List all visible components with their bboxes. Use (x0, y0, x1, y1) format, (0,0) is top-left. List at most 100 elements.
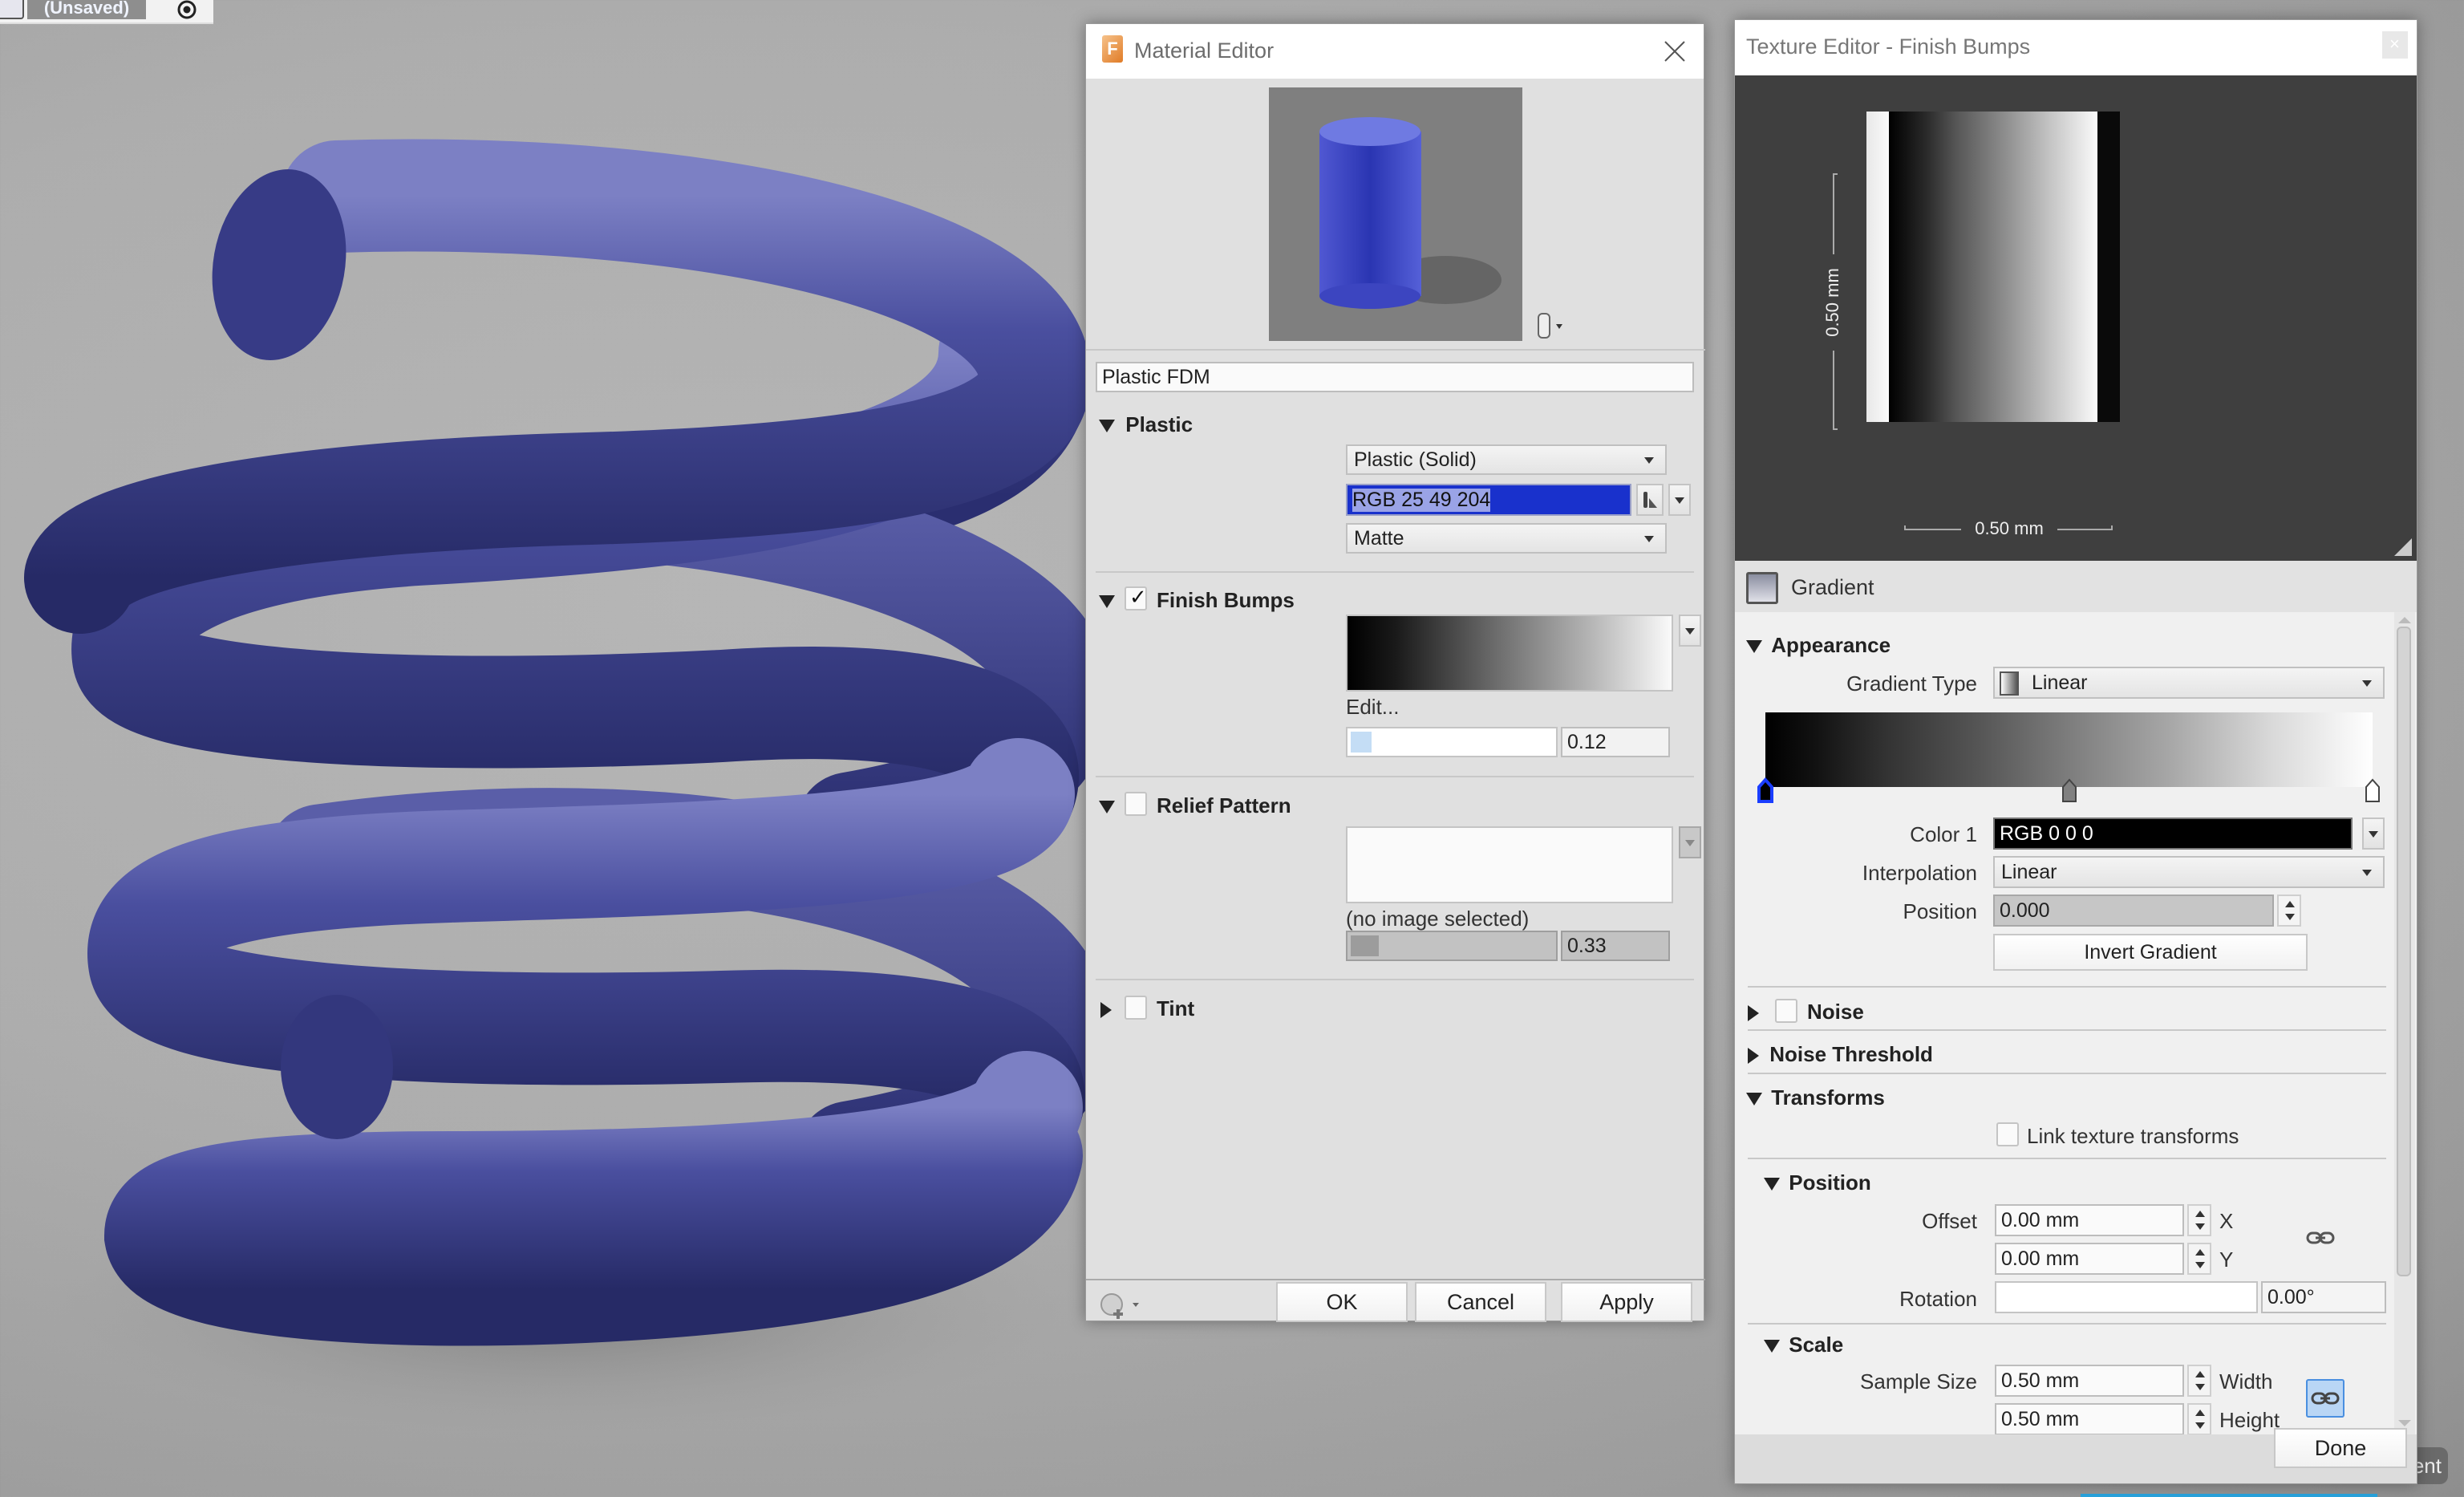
section-relief-pattern-header[interactable] (1099, 793, 1115, 818)
chevron-down-icon (2369, 831, 2378, 838)
preview-shape-button[interactable] (1535, 311, 1567, 340)
cancel-button[interactable]: Cancel (1415, 1282, 1546, 1322)
texture-properties-panel: Appearance Gradient Type Linear Color 1 … (1735, 612, 2417, 1434)
scrollbar-thumb[interactable] (2397, 627, 2411, 1276)
stepper-down-icon[interactable] (2195, 1384, 2205, 1390)
relief-pattern-checkbox[interactable] (1125, 792, 1147, 816)
sample-height-value: 0.50 mm (2001, 1407, 2080, 1430)
stepper-up-icon[interactable] (2195, 1211, 2205, 1217)
sample-width-stepper[interactable] (2187, 1365, 2211, 1397)
noise-checkbox[interactable] (1775, 999, 1797, 1023)
gradient-ramp[interactable] (1765, 712, 2373, 787)
gradient-stop-handle[interactable] (1756, 777, 1775, 803)
position-stepper[interactable] (2277, 895, 2301, 927)
rotation-input[interactable]: 0.00° (2261, 1281, 2386, 1313)
section-noise-header[interactable] (1748, 1000, 1759, 1024)
scroll-up-icon[interactable] (2398, 617, 2411, 623)
chevron-down-icon (1644, 457, 1654, 464)
rotation-slider[interactable] (1995, 1281, 2258, 1313)
eyedropper-icon (1643, 492, 1657, 508)
color1-field[interactable]: RGB 0 0 0 (1993, 817, 2353, 850)
resize-grip-icon[interactable] (2394, 538, 2412, 556)
material-name-input[interactable]: Plastic FDM (1096, 362, 1694, 392)
relief-amount-slider[interactable] (1346, 931, 1558, 961)
color-field[interactable]: RGB 25 49 204 (1346, 484, 1631, 516)
tint-checkbox[interactable] (1125, 996, 1147, 1020)
section-plastic-header[interactable]: Plastic (1099, 412, 1193, 437)
color1-dropdown-button[interactable] (2362, 817, 2385, 850)
stepper-up-icon[interactable] (2195, 1371, 2205, 1377)
gradient-stop-handle[interactable] (2363, 777, 2382, 803)
image-dropdown-button[interactable] (1679, 826, 1701, 858)
divider (1096, 776, 1694, 777)
type-select[interactable]: Plastic (Solid) (1346, 444, 1667, 475)
relief-image-slot[interactable] (1346, 826, 1673, 903)
interpolation-select[interactable]: Linear (1993, 856, 2385, 888)
image-status: (no image selected) (1346, 907, 1530, 931)
expand-icon (1746, 640, 1762, 654)
scroll-down-icon[interactable] (2398, 1420, 2411, 1426)
sample-width-input[interactable]: 0.50 mm (1995, 1365, 2184, 1397)
collapse-icon (1748, 1048, 1759, 1065)
position-input[interactable]: 0.000 (1993, 895, 2274, 927)
stepper-up-icon[interactable] (2195, 1410, 2205, 1416)
material-editor-dialog: F Material Editor Plastic FDM Plastic Pl… (1085, 23, 1705, 1322)
stepper-down-icon[interactable] (2285, 914, 2295, 920)
finish-bumps-amount-slider[interactable] (1346, 727, 1558, 757)
offset-link-button[interactable] (2306, 1228, 2335, 1248)
offset-y-stepper[interactable] (2187, 1243, 2211, 1275)
stepper-down-icon[interactable] (2195, 1223, 2205, 1230)
add-material-button[interactable] (1097, 1290, 1145, 1322)
gradient-stop-handle[interactable] (2060, 777, 2079, 803)
apply-button[interactable]: Apply (1561, 1282, 1692, 1322)
sample-height-input[interactable]: 0.50 mm (1995, 1403, 2184, 1434)
section-scale-header[interactable]: Scale (1764, 1333, 1843, 1357)
offset-y-input[interactable]: 0.00 mm (1995, 1243, 2184, 1275)
link-texture-transforms-checkbox[interactable] (1996, 1122, 2019, 1146)
finish-bumps-checkbox[interactable]: ✓ (1125, 585, 1147, 611)
section-tint-header[interactable] (1100, 996, 1112, 1021)
document-tab[interactable]: (Unsaved) (0, 0, 213, 24)
texture-editor-titlebar[interactable]: Texture Editor - Finish Bumps × (1735, 20, 2417, 75)
material-editor-titlebar[interactable]: F Material Editor (1086, 24, 1704, 79)
sample-height-stepper[interactable] (2187, 1403, 2211, 1434)
scale-link-toggle[interactable] (2306, 1379, 2344, 1418)
gradient-type-select[interactable]: Linear (1993, 667, 2385, 699)
finish-select[interactable]: Matte (1346, 523, 1667, 554)
gradient-edit-link[interactable]: Edit... (1346, 695, 1399, 720)
stepper-down-icon[interactable] (2195, 1262, 2205, 1268)
gradient-swatch[interactable] (1346, 615, 1673, 692)
scrollbar[interactable] (2394, 612, 2415, 1434)
section-transforms-header[interactable]: Transforms (1746, 1085, 1885, 1110)
stepper-up-icon[interactable] (2285, 901, 2295, 907)
invert-gradient-button[interactable]: Invert Gradient (1993, 934, 2308, 971)
3d-viewport[interactable] (0, 24, 1085, 1497)
color-dropdown-button[interactable] (1668, 484, 1691, 516)
section-appearance-header[interactable]: Appearance (1746, 633, 1891, 658)
stepper-up-icon[interactable] (2195, 1249, 2205, 1256)
ok-button[interactable]: OK (1276, 1282, 1408, 1322)
color-picker-button[interactable] (1636, 484, 1664, 516)
sample-width-label: Width (2219, 1369, 2273, 1394)
divider (1086, 349, 1705, 351)
finish-bumps-amount-input[interactable]: 0.12 (1561, 727, 1670, 757)
close-button[interactable]: × (2382, 31, 2408, 59)
offset-x-stepper[interactable] (2187, 1204, 2211, 1236)
stepper-down-icon[interactable] (2195, 1422, 2205, 1429)
gradient-dropdown-button[interactable] (1679, 615, 1701, 647)
section-position-label: Position (1789, 1170, 1871, 1195)
section-finish-bumps-header[interactable] (1099, 588, 1115, 613)
close-icon[interactable] (1664, 40, 1686, 63)
interpolation-label: Interpolation (1862, 861, 1977, 885)
section-noise-threshold-header[interactable]: Noise Threshold (1748, 1042, 1933, 1067)
offset-x-input[interactable]: 0.00 mm (1995, 1204, 2184, 1236)
done-button[interactable]: Done (2274, 1428, 2407, 1468)
record-icon[interactable] (175, 0, 199, 21)
divider (1096, 979, 1694, 980)
divider (1748, 1073, 2386, 1074)
cylinder-icon (1538, 313, 1562, 339)
section-position-header[interactable]: Position (1764, 1170, 1871, 1195)
document-cube-icon (0, 0, 24, 19)
relief-amount-input[interactable]: 0.33 (1561, 931, 1670, 961)
gradient-texture-icon (1746, 572, 1778, 604)
